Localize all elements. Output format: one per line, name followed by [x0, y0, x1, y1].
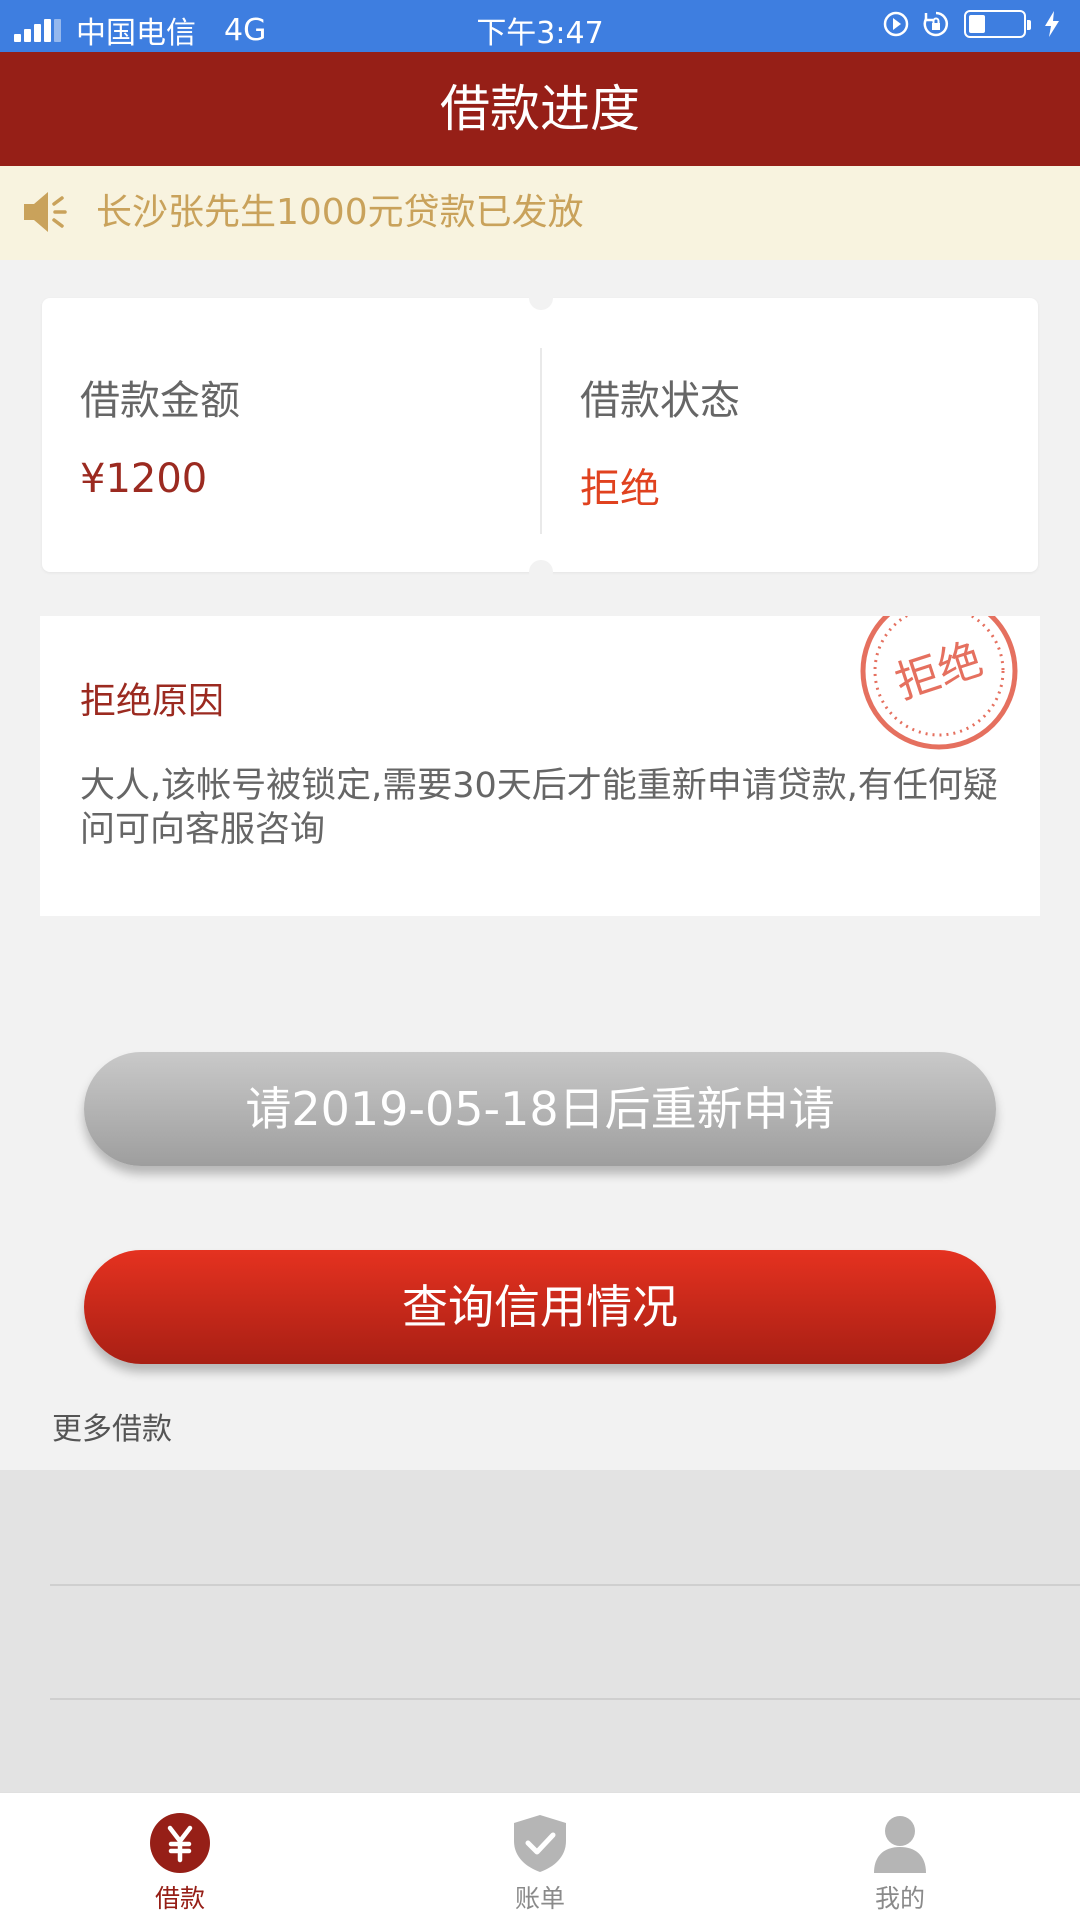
rejection-card: 拒绝原因 大人,该帐号被锁定,需要30天后才能重新申请贷款,有任何疑问可向客服咨…: [40, 616, 1040, 916]
tab-label: 我的: [874, 1884, 925, 1913]
screen-record-icon: [882, 10, 910, 38]
status-bar: 中国电信 4G 下午3:47: [0, 0, 1080, 52]
rejection-reason: 大人,该帐号被锁定,需要30天后才能重新申请贷款,有任何疑问可向客服咨询: [80, 766, 998, 850]
amount-label: 借款金额: [80, 378, 240, 424]
tab-bar: 借款 账单 我的: [0, 1792, 1080, 1920]
tab-loan[interactable]: 借款: [80, 1793, 280, 1920]
tab-mine[interactable]: 我的: [800, 1793, 1000, 1920]
check-credit-button[interactable]: 查询信用情况: [84, 1250, 996, 1364]
notice-text: 长沙张先生1000元贷款已发放: [96, 192, 584, 233]
status-value: 拒绝: [580, 466, 660, 512]
stamp-text: 拒绝: [889, 634, 988, 710]
card-divider: [540, 348, 542, 534]
amount-value: ¥1200: [80, 456, 208, 502]
more-loans-list: [0, 1470, 1080, 1792]
shield-check-icon: [510, 1813, 570, 1873]
battery-icon: [964, 10, 1031, 38]
list-separator: [50, 1698, 1080, 1700]
rejected-stamp-icon: 拒绝: [858, 616, 1020, 752]
status-label: 借款状态: [580, 378, 740, 424]
tab-bill[interactable]: 账单: [440, 1793, 640, 1920]
speaker-icon: [22, 188, 68, 236]
charging-icon: [1038, 10, 1066, 38]
rejection-title: 拒绝原因: [80, 681, 225, 722]
reapply-button[interactable]: 请2019-05-18日后重新申请: [84, 1052, 996, 1166]
loan-summary-card: 借款金额 ¥1200 借款状态 拒绝: [42, 286, 1038, 584]
yen-icon: [150, 1813, 210, 1873]
tab-label: 借款: [154, 1884, 205, 1913]
card-notch: [529, 560, 553, 584]
card-notch: [529, 286, 553, 310]
page-title: 借款进度: [0, 52, 1080, 166]
notice-banner[interactable]: 长沙张先生1000元贷款已发放: [0, 166, 1080, 260]
more-loans-label: 更多借款: [52, 1412, 172, 1447]
status-bar-right: [870, 10, 1066, 38]
rotation-lock-icon: [922, 10, 950, 38]
person-icon: [870, 1813, 930, 1873]
list-separator: [50, 1584, 1080, 1586]
tab-label: 账单: [514, 1884, 565, 1913]
